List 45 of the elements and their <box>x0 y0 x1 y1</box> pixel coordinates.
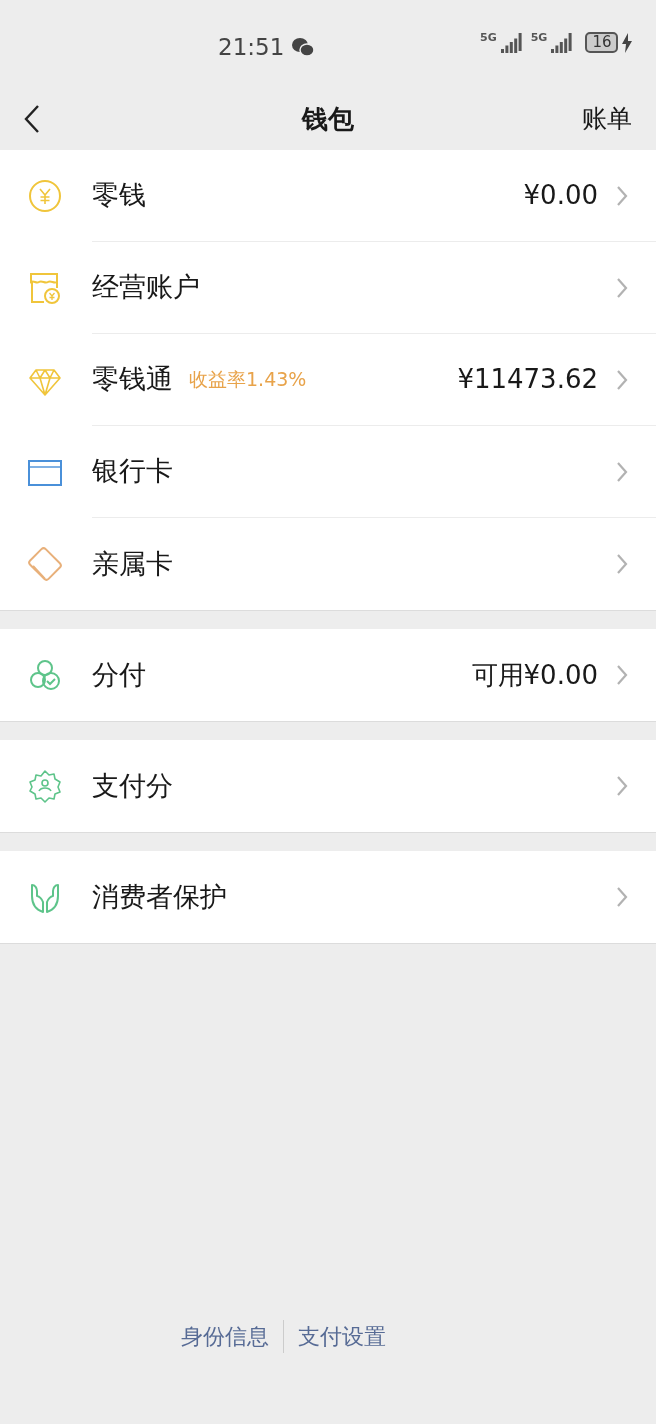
chevron-right-icon <box>616 368 628 391</box>
menu-row[interactable]: 经营账户 <box>0 242 656 334</box>
row-label: 亲属卡 <box>92 546 173 581</box>
network-label: 5G <box>480 32 497 43</box>
row-label: 消费者保护 <box>92 879 227 914</box>
chevron-right-icon <box>616 886 628 908</box>
menu-row[interactable]: 分付 可用¥0.00 <box>0 629 656 721</box>
row-label: 零钱 <box>92 178 146 213</box>
status-time: 21:51 <box>218 33 285 62</box>
charging-icon <box>622 33 633 53</box>
menu-row[interactable]: 银行卡 <box>0 426 656 518</box>
signal-icon <box>500 33 523 53</box>
menu-row[interactable]: 消费者保护 <box>0 851 656 943</box>
row-label: 经营账户 <box>92 270 200 305</box>
chevron-right-icon <box>616 276 628 299</box>
chevron-right-icon <box>616 553 628 575</box>
row-label: 零钱通 <box>92 362 173 397</box>
row-label: 分付 <box>92 657 146 692</box>
menu-row[interactable]: 支付分 <box>0 740 656 832</box>
yield-rate: 收益率1.43% <box>189 367 307 393</box>
yuan-coin-icon <box>27 178 63 214</box>
chevron-right-icon <box>616 775 628 797</box>
circles-check-icon <box>27 657 63 693</box>
menu-row[interactable]: 零钱通 收益率1.43% ¥11473.62 <box>0 334 656 426</box>
page-title: 钱包 <box>302 102 354 136</box>
chevron-right-icon <box>616 664 628 686</box>
menu-row[interactable]: 亲属卡 <box>0 518 656 610</box>
network-label: 5G <box>530 32 548 43</box>
chevron-right-icon <box>616 184 628 207</box>
battery-indicator: 16 <box>585 32 619 53</box>
back-icon <box>24 104 40 134</box>
chat-bubbles-icon <box>292 37 315 58</box>
badge-person-icon <box>27 768 63 804</box>
row-label: 支付分 <box>92 768 173 803</box>
footer-link[interactable]: 身份信息 <box>166 1320 283 1353</box>
row-value: ¥11473.62 <box>457 363 598 396</box>
shop-icon <box>27 270 63 306</box>
row-label: 银行卡 <box>92 454 173 489</box>
chevron-right-icon <box>616 460 628 483</box>
signal-icon <box>551 33 574 53</box>
row-value: ¥0.00 <box>523 179 598 212</box>
row-value: 可用¥0.00 <box>471 658 598 692</box>
menu-row[interactable]: 零钱 ¥0.00 <box>0 150 656 242</box>
footer-link[interactable]: 支付设置 <box>282 1320 400 1353</box>
bills-button[interactable]: 账单 <box>582 100 632 138</box>
